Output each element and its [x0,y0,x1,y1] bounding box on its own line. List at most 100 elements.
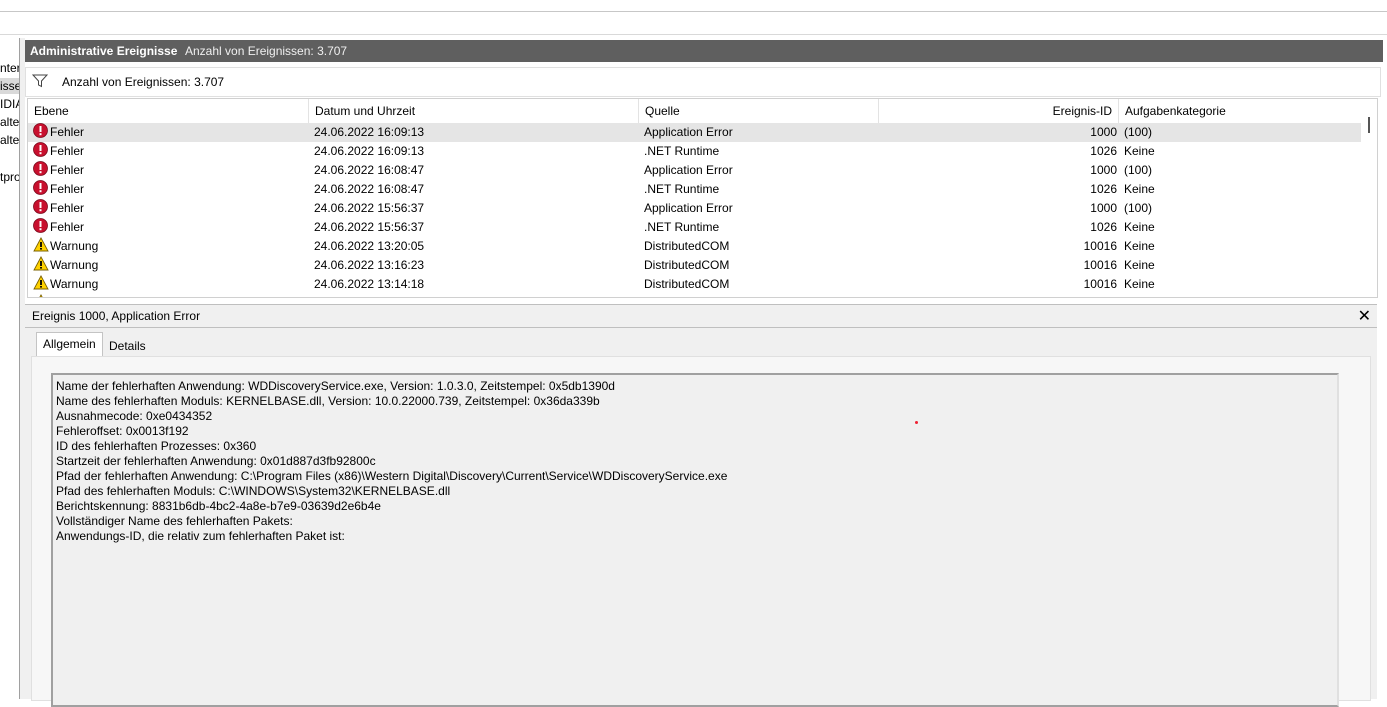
cell-event-id: 1026 [1090,144,1117,158]
tab-content: Name der fehlerhaften Anwendung: WDDisco… [31,356,1371,707]
cell-source: DistributedCOM [644,277,730,291]
error-icon [33,218,48,239]
warning-icon [33,237,49,258]
error-icon [33,123,48,144]
cell-event-id: 10016 [1083,239,1117,253]
cell-task-category: Keine [1124,239,1155,253]
table-row[interactable]: Fehler 24.06.2022 15:56:37 Application E… [28,199,1362,218]
filter-icon[interactable] [31,74,49,91]
description-line: Fehleroffset: 0x0013f192 [56,424,189,438]
warning-icon [33,275,49,296]
column-header-source[interactable]: Quelle [639,99,879,123]
tree-item[interactable]: IDIA [0,96,19,112]
cell-level: Fehler [50,163,85,177]
tab-general[interactable]: Allgemein [36,332,103,357]
view-header: Administrative Ereignisse Anzahl von Ere… [25,40,1383,62]
tab-details[interactable]: Details [103,336,152,356]
cell-level: Fehler [50,182,85,196]
cell-source: Application Error [644,163,733,177]
cell-task-category: Keine [1124,277,1155,291]
cell-task-category: (100) [1124,201,1153,215]
cell-datetime: 24.06.2022 13:20:05 [314,239,425,253]
cell-task-category: Keine [1124,144,1155,158]
column-header-datetime[interactable]: Datum und Uhrzeit [309,99,639,123]
cell-datetime: 24.06.2022 13:14:18 [314,277,425,291]
cell-level: Fehler [50,201,85,215]
tree-item[interactable]: altel [0,132,19,148]
filter-bar: Anzahl von Ereignissen: 3.707 [25,67,1381,97]
description-line: Pfad der fehlerhaften Anwendung: C:\Prog… [56,469,728,483]
detail-header: Ereignis 1000, Application Error ✕ [25,304,1377,328]
scrollbar-thumb[interactable] [1368,117,1370,133]
mouse-cursor-dot [915,421,918,424]
table-row[interactable]: Warnung 24.06.2022 13:14:18 DistributedC… [28,275,1362,294]
table-row[interactable]: Fehler 24.06.2022 16:08:47 .NET Runtime … [28,180,1362,199]
cell-source: Application Error [644,201,733,215]
cell-datetime: 24.06.2022 15:56:37 [314,220,425,234]
cell-event-id: 1000 [1090,201,1117,215]
cell-datetime: 24.06.2022 13:16:23 [314,258,425,272]
description-line: Name des fehlerhaften Moduls: KERNELBASE… [56,394,600,408]
toolbar-strip [0,12,1387,35]
table-row[interactable]: Fehler 24.06.2022 16:09:13 .NET Runtime … [28,142,1362,161]
cell-event-id: 1026 [1090,220,1117,234]
description-line: Name der fehlerhaften Anwendung: WDDisco… [56,379,615,393]
cell-level: Fehler [50,144,85,158]
column-header-level[interactable]: Ebene [28,99,309,123]
cell-source: .NET Runtime [644,144,720,158]
cell-datetime: 24.06.2022 16:09:13 [314,144,425,158]
table-row[interactable]: Warnung 24.06.2022 13:20:05 DistributedC… [28,237,1362,256]
error-icon [33,199,48,220]
cell-source: DistributedCOM [644,239,730,253]
column-header-event-id[interactable]: Ereignis-ID [879,99,1119,123]
event-description[interactable]: Name der fehlerhaften Anwendung: WDDisco… [51,373,1339,707]
detail-pane: Allgemein Details Name der fehlerhaften … [25,328,1377,707]
description-line: Pfad des fehlerhaften Moduls: C:\WINDOWS… [56,484,451,498]
cell-source: DistributedCOM [644,258,730,272]
cell-event-id: 10016 [1083,258,1117,272]
event-list[interactable]: Ebene Datum und Uhrzeit Quelle Ereignis-… [27,98,1363,298]
cell-level: Warnung [50,258,99,272]
warning-icon [33,256,49,277]
description-line: Vollständiger Name des fehlerhaften Pake… [56,514,293,528]
error-icon [33,180,48,201]
tree-item-selected[interactable]: isse [0,78,19,94]
view-title: Administrative Ereignisse [30,44,178,58]
table-row-partial[interactable] [28,294,1362,297]
cell-datetime: 24.06.2022 15:56:37 [314,201,425,215]
error-icon [33,161,48,182]
column-header-row: Ebene Datum und Uhrzeit Quelle Ereignis-… [28,99,1362,124]
tree-item[interactable]: altel [0,114,19,130]
navigation-tree[interactable]: nter isse IDIA altel altel tpro [0,38,20,699]
cell-event-id: 10016 [1083,277,1117,291]
description-line: Anwendungs-ID, die relativ zum fehlerhaf… [56,529,345,543]
cell-level: Warnung [50,239,99,253]
table-row[interactable]: Fehler 24.06.2022 16:08:47 Application E… [28,161,1362,180]
column-header-task-category[interactable]: Aufgabenkategorie [1119,99,1362,123]
table-row[interactable]: Fehler 24.06.2022 16:09:13 Application E… [28,123,1362,142]
tree-item[interactable]: nter [0,60,19,76]
description-line: Ausnahmecode: 0xe0434352 [56,409,213,423]
table-row[interactable]: Fehler 24.06.2022 15:56:37 .NET Runtime … [28,218,1362,237]
cell-event-id: 1026 [1090,182,1117,196]
description-line: Startzeit der fehlerhaften Anwendung: 0x… [56,454,376,468]
cell-task-category: Keine [1124,182,1155,196]
cell-source: .NET Runtime [644,220,720,234]
table-row[interactable]: Warnung 24.06.2022 13:16:23 DistributedC… [28,256,1362,275]
cell-level: Warnung [50,277,99,291]
cell-datetime: 24.06.2022 16:09:13 [314,125,425,139]
event-count: Anzahl von Ereignissen: 3.707 [185,44,348,58]
close-icon[interactable]: ✕ [1358,306,1371,326]
detail-title: Ereignis 1000, Application Error [32,309,201,323]
cell-event-id: 1000 [1090,125,1117,139]
event-list-scrollbar[interactable] [1361,98,1378,298]
cell-datetime: 24.06.2022 16:08:47 [314,182,425,196]
window-top-bar [0,0,1387,12]
cell-datetime: 24.06.2022 16:08:47 [314,163,425,177]
cell-source: Application Error [644,125,733,139]
error-icon [33,142,48,163]
filter-count: Anzahl von Ereignissen: 3.707 [62,75,225,89]
tree-item[interactable]: tpro [0,169,19,185]
cell-task-category: Keine [1124,258,1155,272]
description-line: Berichtskennung: 8831b6db-4bc2-4a8e-b7e9… [56,499,381,513]
